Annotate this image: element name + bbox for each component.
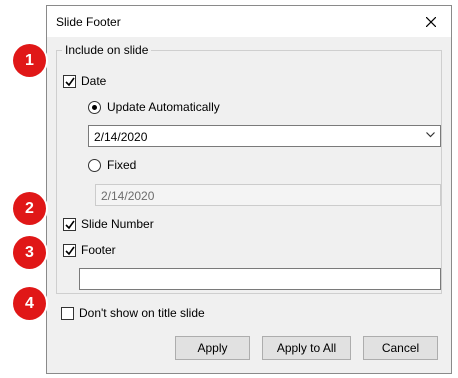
footer-row[interactable]: Footer (63, 243, 116, 257)
dont-show-title-checkbox[interactable] (61, 306, 74, 320)
footer-checkbox[interactable] (63, 243, 76, 257)
close-icon (426, 16, 436, 27)
checkmark-icon (65, 246, 75, 255)
chevron-down-icon (426, 132, 435, 138)
date-checkbox-row[interactable]: Date (63, 74, 106, 88)
slide-footer-dialog: Slide Footer Include on slide Date Updat… (46, 5, 452, 374)
close-button[interactable] (411, 6, 451, 37)
date-format-value: 2/14/2020 (94, 130, 148, 144)
fixed-radio[interactable] (88, 158, 101, 172)
dont-show-title-label: Don't show on title slide (79, 306, 205, 320)
callout-badge-1: 1 (13, 44, 46, 77)
callout-badge-4: 4 (13, 287, 46, 320)
fixed-row[interactable]: Fixed (88, 158, 136, 172)
apply-to-all-button-label: Apply to All (276, 341, 337, 355)
date-checkbox[interactable] (63, 74, 76, 88)
dont-show-title-row[interactable]: Don't show on title slide (61, 306, 205, 320)
update-automatically-label: Update Automatically (107, 100, 220, 114)
group-label: Include on slide (62, 43, 152, 57)
callout-badge-2: 2 (13, 192, 46, 225)
include-on-slide-group: Include on slide Date Update Automatical… (56, 43, 442, 294)
apply-to-all-button[interactable]: Apply to All (262, 336, 351, 360)
title-bar: Slide Footer (47, 6, 451, 37)
fixed-date-value: 2/14/2020 (101, 189, 155, 203)
update-automatically-row[interactable]: Update Automatically (88, 100, 220, 114)
slide-number-row[interactable]: Slide Number (63, 217, 154, 231)
footer-text-field[interactable] (79, 268, 441, 290)
apply-button-label: Apply (197, 341, 228, 355)
slide-number-checkbox[interactable] (63, 217, 76, 231)
checkmark-icon (65, 77, 75, 86)
date-label: Date (81, 74, 107, 88)
update-automatically-radio[interactable] (88, 100, 101, 114)
footer-label: Footer (81, 243, 116, 257)
slide-number-label: Slide Number (81, 217, 154, 231)
fixed-label: Fixed (107, 158, 137, 172)
checkmark-icon (65, 220, 75, 229)
date-format-select[interactable]: 2/14/2020 (88, 125, 441, 147)
dialog-title: Slide Footer (56, 15, 121, 29)
apply-button[interactable]: Apply (175, 336, 250, 360)
callout-badge-3: 3 (13, 236, 46, 269)
cancel-button-label: Cancel (381, 341, 420, 355)
cancel-button[interactable]: Cancel (363, 336, 438, 360)
fixed-date-field: 2/14/2020 (95, 184, 441, 206)
